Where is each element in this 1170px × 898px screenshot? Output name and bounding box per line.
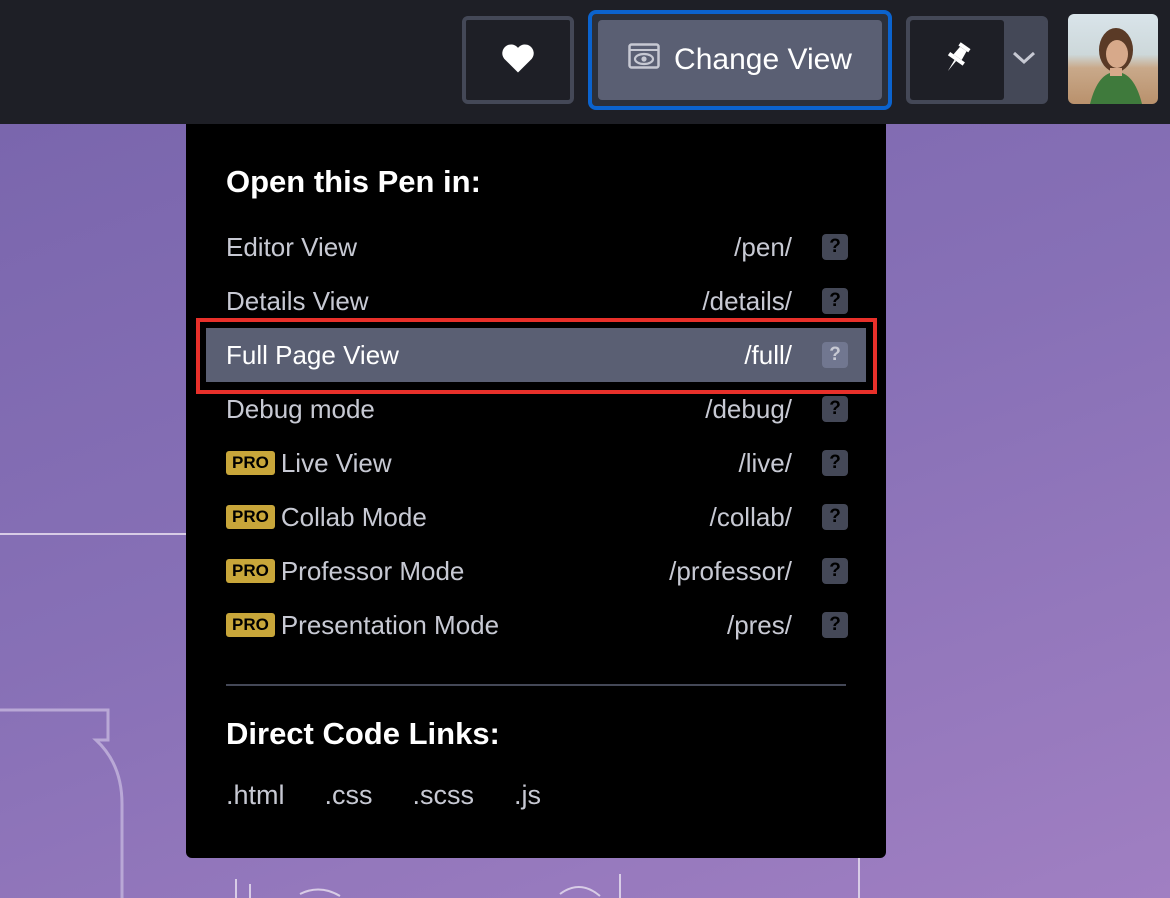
menu-item-path: /full/ [744,339,792,370]
menu-item-path: /live/ [738,447,792,478]
menu-item-label: Details View [226,285,369,316]
code-link-html[interactable]: .html [226,780,285,811]
help-icon[interactable]: ? [822,612,848,638]
pin-dropdown-toggle[interactable] [1004,51,1044,70]
menu-item-path: /details/ [702,285,792,316]
pro-badge: PRO [226,559,275,583]
menu-item-professor-mode[interactable]: PRO Professor Mode /professor/ ? [206,544,866,598]
menu-item-collab-mode[interactable]: PRO Collab Mode /collab/ ? [206,490,866,544]
pro-badge: PRO [226,505,275,529]
heart-icon [500,42,536,79]
code-link-css[interactable]: .css [325,780,373,811]
menu-item-path: /professor/ [669,555,792,586]
code-link-scss[interactable]: .scss [413,780,475,811]
menu-item-label: Full Page View [226,339,399,370]
pro-badge: PRO [226,613,275,637]
menu-item-path: /pres/ [726,609,792,640]
menu-item-live-view[interactable]: PRO Live View /live/ ? [206,436,866,490]
change-view-label: Change View [674,43,852,76]
menu-item-presentation-mode[interactable]: PRO Presentation Mode /pres/ ? [206,598,866,652]
menu-item-label: Editor View [226,231,358,262]
menu-item-path: /debug/ [705,393,792,424]
code-links-heading: Direct Code Links: [226,716,500,751]
top-toolbar: Change View [0,0,1170,124]
pin-button[interactable] [910,20,1004,100]
heart-button[interactable] [462,16,574,104]
pro-badge: PRO [226,451,275,475]
menu-item-label: Debug mode [226,393,375,424]
menu-item-path: /collab/ [709,501,792,532]
menu-item-label: Presentation Mode [280,609,500,640]
menu-item-label: Live View [280,447,392,478]
menu-item-editor-view[interactable]: Editor View /pen/ ? [206,220,866,274]
help-icon[interactable]: ? [822,396,848,422]
help-icon[interactable]: ? [822,288,848,314]
code-link-js[interactable]: .js [514,780,541,811]
pin-button-group [906,16,1048,104]
avatar-photo [1090,28,1142,104]
avatar[interactable] [1068,14,1158,104]
menu-item-full-page-view[interactable]: Full Page View /full/ ? [206,328,866,382]
help-icon[interactable]: ? [822,504,848,530]
menu-item-label: Professor Mode [280,555,465,586]
eye-icon [628,43,660,77]
pin-icon [942,40,972,81]
menu-divider [226,684,846,686]
menu-item-details-view[interactable]: Details View /details/ ? [206,274,866,328]
help-icon[interactable]: ? [822,342,848,368]
menu-item-debug-mode[interactable]: Debug mode /debug/ ? [206,382,866,436]
menu-item-label: Collab Mode [280,501,427,532]
help-icon[interactable]: ? [822,558,848,584]
open-pen-heading: Open this Pen in: [226,164,481,199]
change-view-button[interactable]: Change View [588,10,892,110]
change-view-dropdown: Open this Pen in: Editor View /pen/ ? De… [186,124,886,858]
menu-item-path: /pen/ [734,231,792,262]
help-icon[interactable]: ? [822,450,848,476]
chevron-down-icon [1012,51,1036,70]
code-links: .html .css .scss .js [226,780,541,811]
help-icon[interactable]: ? [822,234,848,260]
